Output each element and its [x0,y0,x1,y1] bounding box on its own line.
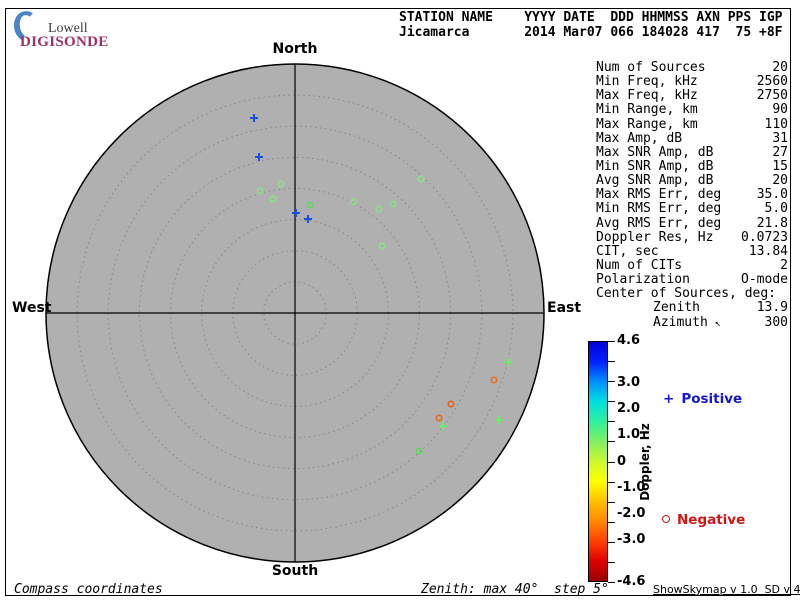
param-row: Max Freq, kHz 2750 [596,88,788,104]
param-row: Polarization O-mode [596,272,788,288]
param-label: Min RMS Err, deg [596,201,722,217]
param-value: 27 [772,144,788,160]
colorbar-tick [608,521,615,523]
param-row: Center of Sources, deg: [596,286,788,302]
legend-positive-label: Positive [681,391,743,407]
param-label: Max RMS Err, deg [596,187,722,203]
azimuth-direction-icon: ↖ [714,317,721,329]
colorbar-tick-label: 3.0 [617,374,641,390]
param-row: CIT, sec 13.84 [596,243,788,259]
colorbar-tick [608,541,615,543]
footer-version: ShowSkymap v 1.0 SD v 4.2 [653,583,800,596]
param-value: O-mode [741,272,788,288]
param-row: Min Range, km 90 [596,102,788,118]
param-label: Min Freq, kHz [596,74,698,90]
param-row: Doppler Res, Hz 0.0723 [596,229,788,245]
compass-label-south: South [271,563,319,579]
compass-label-north: North [272,41,318,57]
param-label: Max Amp, dB [596,130,683,146]
param-value: 2 [780,257,788,273]
colorbar-tick-label: 2.0 [617,401,641,417]
param-value: 13.9 [756,300,788,316]
param-row: Min Freq, kHz 2560 [596,74,788,90]
colorbar-tick-label: 4.6 [617,333,641,348]
param-value: 5.0 [764,201,788,217]
param-label: Polarization [596,272,690,288]
param-label: Doppler Res, Hz [596,229,714,245]
param-label: Avg SNR Amp, dB [596,173,714,189]
param-value: 13.84 [748,243,788,259]
param-value: 110 [764,116,788,132]
param-row: Min SNR Amp, dB 15 [596,158,788,174]
param-value: 2560 [756,74,788,90]
param-value: 0.0723 [741,229,788,245]
param-label: Zenith [653,300,700,316]
colorbar-tick-label: -3.0 [617,532,646,548]
param-row: Azimuth ↖ 300 [596,314,788,330]
plus-icon: + [663,391,675,407]
param-row: Avg RMS Err, deg 21.8 [596,215,788,231]
parameters-panel: Num of Sources 20 Min Freq, kHz 2560 Max Fre… [596,60,788,330]
param-value: 20 [772,60,788,75]
open-circle-icon [662,515,670,523]
legend-negative: Negative [662,512,745,528]
compass-label-west: West [12,300,52,316]
legend-negative-label: Negative [677,512,746,528]
param-label: Azimuth ↖ [653,314,721,330]
param-label: Num of Sources [596,60,706,75]
param-value: 35.0 [756,187,788,203]
param-row: Avg SNR Amp, dB 20 [596,173,788,189]
legend-positive: + Positive [663,391,742,407]
doppler-colorbar [588,341,608,582]
colorbar-tick-label: 1.0 [617,427,641,443]
colorbar-tick-label: 0 [617,453,627,469]
param-label: Center of Sources, deg: [596,286,777,302]
colorbar-tick [608,561,615,563]
colorbar-tick [608,381,615,383]
param-label: Max Freq, kHz [596,88,698,104]
colorbar-tick [608,401,615,403]
colorbar-tick [608,361,615,363]
colorbar-tick [608,481,615,483]
colorbar-tick [608,421,615,423]
param-label: Max SNR Amp, dB [596,144,714,160]
param-row: Max Amp, dB 31 [596,130,788,146]
colorbar-tick [608,582,615,583]
param-label: CIT, sec [596,243,659,259]
colorbar-tick [608,341,615,342]
param-value: 15 [772,158,788,174]
param-row: Zenith 13.9 [596,300,788,316]
colorbar-title: Doppler, Hz [638,423,652,501]
param-value: 20 [772,173,788,189]
param-label: Min SNR Amp, dB [596,158,714,174]
colorbar-tick [608,501,615,503]
param-label: Avg RMS Err, deg [596,215,722,231]
param-value: 90 [772,102,788,118]
param-value: 300 [764,314,788,330]
param-row: Min RMS Err, deg 5.0 [596,201,788,217]
colorbar-tick-label: -2.0 [617,505,646,521]
compass-label-east: East [547,300,582,316]
footer-coordinates-note: Compass coordinates [14,582,163,597]
colorbar-tick-label: -4.6 [617,574,646,589]
param-row: Max SNR Amp, dB 27 [596,144,788,160]
param-row: Max RMS Err, deg 35.0 [596,187,788,203]
param-value: 2750 [756,88,788,104]
param-label: Num of CITs [596,257,683,273]
param-label: Min Range, km [596,102,698,118]
param-value: 21.8 [756,215,788,231]
colorbar-tick [608,441,615,443]
param-row: Max Range, km 110 [596,116,788,132]
param-label: Max Range, km [596,116,698,132]
param-row: Num of CITs 2 [596,257,788,273]
param-value: 31 [772,130,788,146]
footer-zenith-note: Zenith: max 40° step 5° [421,582,609,597]
colorbar-tick [608,461,615,463]
param-row: Num of Sources 20 [596,60,788,75]
